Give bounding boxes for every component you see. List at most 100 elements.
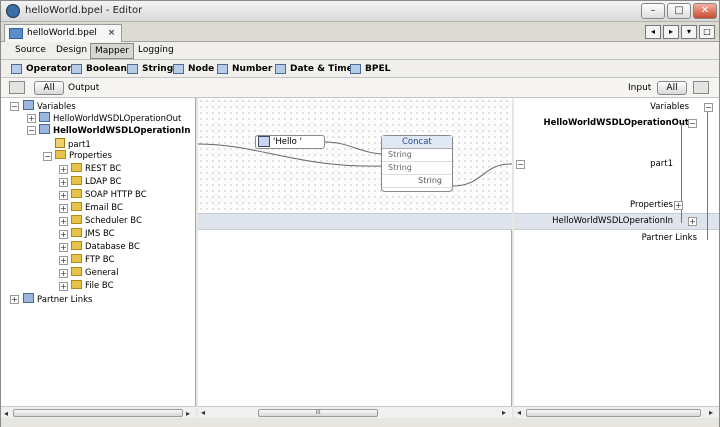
- left-hscrollbar[interactable]: ◂ ▸: [1, 406, 196, 418]
- expand-in-var-icon[interactable]: −: [27, 126, 36, 135]
- mapper-scroll-thumb[interactable]: III: [258, 409, 378, 417]
- folder-icon: [71, 202, 82, 211]
- folder-icon: [71, 267, 82, 276]
- tab-logging[interactable]: Logging: [134, 43, 178, 59]
- right-input-label[interactable]: Input: [628, 83, 651, 93]
- maximize-tab-icon[interactable]: □: [699, 25, 715, 39]
- tree-out-var[interactable]: HelloWorldWSDLOperationOut: [39, 112, 181, 124]
- right-scroll-thumb[interactable]: [526, 409, 701, 417]
- rtree-properties[interactable]: Properties: [630, 200, 673, 210]
- tree-in-var[interactable]: HelloWorldWSDLOperationIn: [39, 124, 190, 136]
- tree-part1-label: part1: [68, 140, 91, 150]
- concat-input-1[interactable]: String: [382, 149, 452, 162]
- palette-bpel[interactable]: BPEL: [350, 62, 390, 76]
- part1-connector-icon[interactable]: −: [516, 160, 525, 169]
- palette-string[interactable]: String: [127, 62, 173, 76]
- filter-bar: All Output Input All: [1, 78, 719, 98]
- palette-operator[interactable]: Operator: [11, 62, 72, 76]
- left-output-label[interactable]: Output: [68, 83, 99, 93]
- tree-prop-item[interactable]: Database BC: [71, 241, 140, 253]
- tab-source[interactable]: Source: [11, 43, 50, 59]
- palette-node[interactable]: Node: [173, 62, 214, 76]
- left-view-options-icon[interactable]: [9, 81, 25, 94]
- expand-out-var-icon[interactable]: +: [27, 114, 36, 123]
- input-tree-pane: Variables HelloWorldWSDLOperationOut par…: [514, 98, 719, 418]
- expand-partner-links-icon[interactable]: +: [10, 295, 19, 304]
- tree-prop-item[interactable]: LDAP BC: [71, 176, 121, 188]
- literal-value: 'Hello ': [273, 137, 302, 147]
- left-all-button[interactable]: All: [34, 81, 64, 95]
- palette-boolean-label: Boolean: [86, 64, 127, 74]
- scroll-right-arrow-icon[interactable]: ▸: [502, 408, 506, 417]
- tree-prop-item[interactable]: JMS BC: [71, 228, 115, 240]
- expand-prop-icon[interactable]: +: [59, 217, 68, 226]
- palette-datetime[interactable]: Date & Time: [275, 62, 353, 76]
- collapse-out-var-icon[interactable]: −: [688, 119, 697, 128]
- tree-prop-item[interactable]: SOAP HTTP BC: [71, 189, 147, 201]
- rtree-in-var[interactable]: HelloWorldWSDLOperationIn: [552, 216, 673, 226]
- tree-prop-item[interactable]: FTP BC: [71, 254, 114, 266]
- mapper-canvas[interactable]: 'Hello ' Concat String String String ◂ I…: [198, 98, 512, 418]
- expand-properties-icon[interactable]: +: [674, 201, 683, 210]
- link-concat-to-output[interactable]: [452, 163, 512, 187]
- tab-design[interactable]: Design: [52, 43, 91, 59]
- tree-prop-label: REST BC: [85, 164, 122, 174]
- rtree-part1[interactable]: part1: [650, 159, 673, 169]
- palette-bar: Operator Boolean String Node Number Date…: [1, 60, 719, 78]
- right-hscrollbar[interactable]: ◂ ▸: [514, 406, 719, 418]
- expand-prop-icon[interactable]: +: [59, 178, 68, 187]
- collapse-variables-icon[interactable]: −: [704, 103, 713, 112]
- tree-prop-item[interactable]: General: [71, 267, 119, 279]
- palette-number[interactable]: Number: [217, 62, 272, 76]
- expand-prop-icon[interactable]: +: [59, 269, 68, 278]
- left-scroll-thumb[interactable]: [13, 409, 183, 417]
- string-literal-box[interactable]: 'Hello ': [255, 135, 325, 149]
- expand-prop-icon[interactable]: +: [59, 243, 68, 252]
- expand-variables-icon[interactable]: −: [10, 102, 19, 111]
- variable-icon: [39, 124, 50, 134]
- tree-properties-label: Properties: [69, 151, 112, 161]
- tree-prop-item[interactable]: File BC: [71, 280, 114, 292]
- bpel-icon: [350, 64, 361, 74]
- tree-prop-label: Database BC: [85, 242, 140, 252]
- expand-prop-icon[interactable]: +: [59, 282, 68, 291]
- tree-prop-item[interactable]: Email BC: [71, 202, 123, 214]
- concat-input-2[interactable]: String: [382, 162, 452, 175]
- tree-prop-item[interactable]: Scheduler BC: [71, 215, 142, 227]
- rtree-out-var[interactable]: HelloWorldWSDLOperationOut: [543, 118, 689, 128]
- expand-prop-icon[interactable]: +: [59, 191, 68, 200]
- expand-prop-icon[interactable]: +: [59, 256, 68, 265]
- rtree-variables[interactable]: Variables: [650, 102, 689, 112]
- minimize-button[interactable]: –: [641, 3, 665, 19]
- scroll-left-arrow-icon[interactable]: ◂: [201, 408, 205, 417]
- node-icon: [173, 64, 184, 74]
- close-window-button[interactable]: ✕: [693, 3, 717, 19]
- expand-prop-icon[interactable]: +: [59, 204, 68, 213]
- rtree-partner-links[interactable]: Partner Links: [642, 233, 697, 243]
- scroll-left-icon[interactable]: ◂: [645, 25, 661, 39]
- expand-in-var-icon[interactable]: +: [688, 217, 697, 226]
- scroll-right-arrow-icon[interactable]: ▸: [709, 408, 713, 417]
- tab-mapper[interactable]: Mapper: [90, 43, 134, 59]
- expand-prop-icon[interactable]: +: [59, 230, 68, 239]
- doc-tab-helloworld[interactable]: helloWorld.bpel ×: [4, 24, 123, 42]
- close-tab-icon[interactable]: ×: [108, 28, 116, 38]
- tree-variables[interactable]: Variables: [23, 100, 76, 112]
- scroll-left-arrow-icon[interactable]: ◂: [517, 408, 521, 417]
- right-view-options-icon[interactable]: [693, 81, 709, 94]
- palette-boolean[interactable]: Boolean: [71, 62, 127, 76]
- link-literal-to-concat[interactable]: [324, 141, 382, 155]
- expand-prop-icon[interactable]: +: [59, 165, 68, 174]
- tree-properties[interactable]: Properties: [55, 150, 112, 162]
- expand-properties-icon[interactable]: −: [43, 152, 52, 161]
- concat-function-box[interactable]: Concat String String String: [381, 135, 453, 192]
- tab-list-icon[interactable]: ▾: [681, 25, 697, 39]
- tree-partner-links[interactable]: Partner Links: [23, 293, 92, 305]
- concat-output[interactable]: String: [382, 175, 452, 188]
- right-all-button[interactable]: All: [657, 81, 687, 95]
- mapper-hscrollbar[interactable]: ◂ III ▸: [198, 406, 512, 418]
- tree-prop-item[interactable]: REST BC: [71, 163, 121, 175]
- scroll-right-icon[interactable]: ▸: [663, 25, 679, 39]
- maximize-button[interactable]: □: [667, 3, 691, 19]
- tree-part1[interactable]: part1: [55, 138, 91, 150]
